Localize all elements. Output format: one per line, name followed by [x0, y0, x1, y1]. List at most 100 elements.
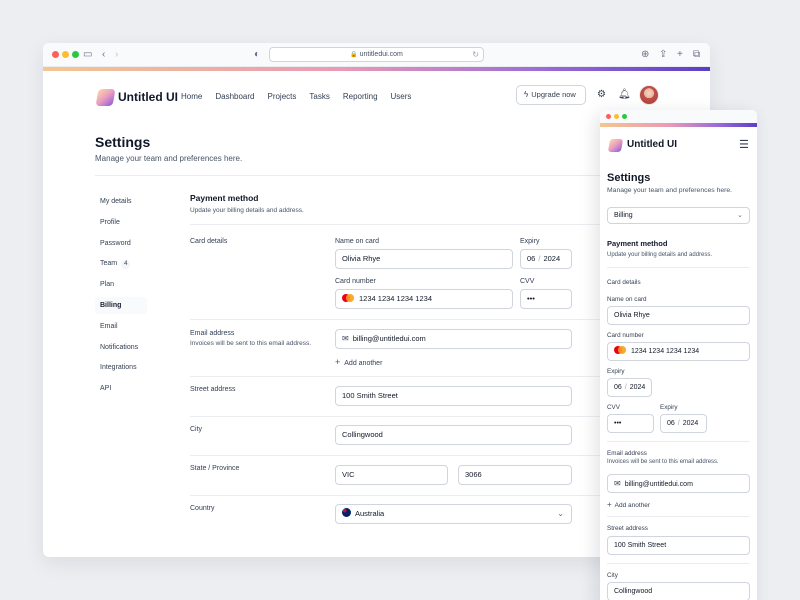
nav-link-projects[interactable]: Projects — [267, 92, 296, 101]
nav-link-dashboard[interactable]: Dashboard — [215, 92, 254, 101]
maximize-window-button[interactable] — [622, 114, 627, 119]
back-icon[interactable]: ‹ — [102, 48, 105, 62]
divider — [607, 267, 750, 268]
upgrade-button[interactable]: ϟ Upgrade now — [516, 85, 586, 105]
plus-icon: + — [335, 357, 341, 367]
sidebar-item-label: Email — [100, 322, 118, 330]
page-subtitle: Manage your team and preferences here. — [607, 187, 733, 194]
maximize-window-button[interactable] — [72, 51, 79, 58]
nav-link-home[interactable]: Home — [181, 92, 202, 101]
expiry-year: 2024 — [629, 384, 646, 391]
hamburger-menu-icon[interactable]: ☰ — [739, 138, 749, 151]
city-input[interactable]: Collingwood — [335, 425, 572, 445]
sidebar-item-password[interactable]: Password — [95, 235, 147, 252]
minimize-window-button[interactable] — [62, 51, 69, 58]
postcode-input[interactable]: 3066 — [458, 465, 572, 485]
street-address-label: Street address — [607, 525, 648, 532]
nav-link-tasks[interactable]: Tasks — [309, 92, 329, 101]
card-number-value: 1234 1234 1234 1234 — [359, 294, 432, 303]
plus-icon: + — [607, 500, 612, 509]
billing-email-input[interactable]: ✉ billing@untitledui.com — [335, 329, 572, 349]
street-address-input[interactable]: 100 Smith Street — [607, 536, 750, 555]
city-input[interactable]: Collingwood — [607, 582, 750, 600]
add-another-email-button[interactable]: + Add another — [335, 357, 382, 367]
expiry-input[interactable]: 06/2024 — [607, 378, 652, 397]
sidebar-item-label: Plan — [100, 281, 115, 289]
card-number-input[interactable]: 1234 1234 1234 1234 — [607, 342, 750, 361]
expiry-input-secondary[interactable]: 06/2024 — [660, 414, 707, 433]
user-avatar[interactable] — [639, 85, 659, 105]
country-value: Australia — [355, 509, 385, 518]
brand-name[interactable]: Untitled UI — [118, 90, 178, 104]
name-on-card-input[interactable]: Olivia Rhye — [607, 306, 750, 325]
state-input[interactable]: VIC — [335, 465, 448, 485]
sidebar-item-notifications[interactable]: Notifications — [95, 339, 147, 356]
billing-email-value: billing@untitledui.com — [352, 334, 426, 343]
reload-icon[interactable]: ↻ — [472, 48, 479, 61]
name-on-card-label: Name on card — [607, 296, 647, 303]
sidebar-item-billing[interactable]: Billing — [95, 296, 147, 314]
settings-gear-icon[interactable]: ⚙ — [597, 89, 606, 100]
email-address-hint: Invoices will be sent to this email addr… — [607, 459, 719, 465]
sidebar-toggle-icon[interactable]: ▭ — [83, 48, 92, 62]
settings-section-select[interactable]: Billing ⌄ — [607, 207, 750, 224]
new-tab-icon[interactable]: + — [677, 48, 683, 62]
australia-flag-icon — [342, 508, 351, 517]
street-address-input[interactable]: 100 Smith Street — [335, 386, 572, 406]
name-on-card-input[interactable]: Olivia Rhye — [335, 249, 513, 269]
tabs-overview-icon[interactable]: ⧉ — [693, 48, 700, 62]
sidebar-item-label: Team — [100, 260, 118, 268]
mobile-browser-window: Untitled UI ☰ Settings Manage your team … — [600, 110, 757, 600]
mastercard-icon — [614, 346, 626, 354]
sidebar-item-email[interactable]: Email — [95, 318, 147, 335]
sidebar-item-team[interactable]: Team 4 — [95, 255, 147, 272]
close-window-button[interactable] — [606, 114, 611, 119]
select-value: Billing — [614, 212, 633, 219]
page-subtitle: Manage your team and preferences here. — [95, 154, 243, 163]
expiry-label-secondary: Expiry — [660, 404, 678, 411]
card-details-label: Card details — [607, 279, 641, 286]
add-another-label: Add another — [344, 360, 383, 367]
download-icon[interactable]: ⊕ — [641, 48, 649, 62]
sidebar-item-integrations[interactable]: Integrations — [95, 359, 147, 376]
sidebar-item-profile[interactable]: Profile — [95, 214, 147, 231]
section-title: Payment method — [607, 239, 668, 248]
nav-link-reporting[interactable]: Reporting — [343, 92, 378, 101]
close-window-button[interactable] — [52, 51, 59, 58]
sidebar-item-my-details[interactable]: My details — [95, 193, 147, 210]
nav-links: Home Dashboard Projects Tasks Reporting … — [181, 92, 411, 101]
accent-gradient-bar — [600, 123, 757, 127]
forward-icon[interactable]: › — [115, 48, 118, 62]
email-address-hint: Invoices will be sent to this email addr… — [190, 340, 312, 347]
lightning-icon: ϟ — [524, 90, 529, 99]
expiry-input[interactable]: 06/2024 — [520, 249, 572, 269]
notifications-bell-icon[interactable]: 🔔︎ — [618, 89, 631, 100]
country-select[interactable]: Australia ⌄ — [335, 504, 572, 524]
address-bar[interactable]: 🔒 untitledui.com ↻ — [269, 47, 484, 62]
cvv-input[interactable]: ••• — [520, 289, 572, 309]
url-text: untitledui.com — [359, 51, 403, 58]
page-title: Settings — [95, 134, 151, 150]
page-title: Settings — [607, 172, 651, 184]
expiry-label: Expiry — [520, 238, 540, 245]
divider — [607, 563, 750, 564]
browser-chrome: ▭ ‹ › ◐ 🔒 untitledui.com ↻ ⊕ ⇪ + ⧉ — [43, 43, 710, 67]
sidebar-item-plan[interactable]: Plan — [95, 276, 147, 293]
city-label: City — [190, 426, 203, 433]
add-another-label: Add another — [614, 502, 651, 509]
brand-name[interactable]: Untitled UI — [627, 139, 677, 150]
accent-gradient-bar — [43, 67, 710, 71]
nav-link-users[interactable]: Users — [391, 92, 412, 101]
cvv-input[interactable]: ••• — [607, 414, 654, 433]
top-nav: Untitled UI Home Dashboard Projects Task… — [43, 83, 710, 113]
card-number-input[interactable]: 1234 1234 1234 1234 — [335, 289, 513, 309]
add-another-email-button[interactable]: + Add another — [607, 500, 650, 509]
minimize-window-button[interactable] — [614, 114, 619, 119]
logo-icon — [95, 89, 116, 106]
shield-icon[interactable]: ◐ — [254, 48, 260, 62]
billing-email-input[interactable]: ✉ billing@untitledui.com — [607, 474, 750, 493]
share-icon[interactable]: ⇪ — [659, 48, 667, 62]
team-count-badge: 4 — [121, 260, 131, 270]
sidebar-item-api[interactable]: API — [95, 380, 147, 397]
card-details-label: Card details — [190, 238, 228, 245]
